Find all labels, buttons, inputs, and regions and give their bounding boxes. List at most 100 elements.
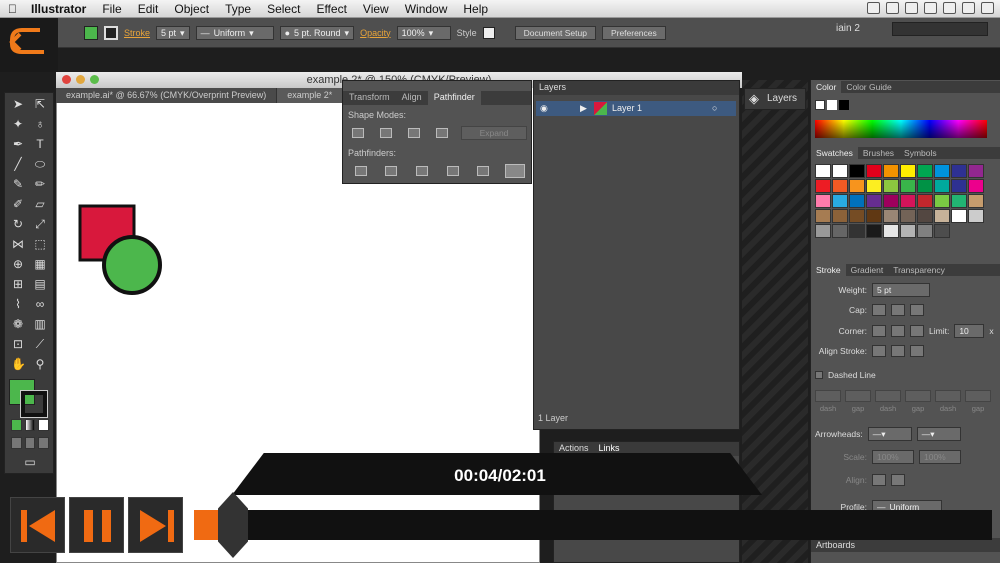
tab-pathfinder[interactable]: Pathfinder	[427, 91, 481, 105]
tab-swatches[interactable]: Swatches	[811, 147, 858, 159]
swatch-cell[interactable]	[849, 209, 865, 223]
tab-transform[interactable]: Transform	[343, 91, 396, 105]
swatch-cell[interactable]	[934, 194, 950, 208]
swatch-cell[interactable]	[832, 164, 848, 178]
swatch-cell[interactable]	[900, 209, 916, 223]
progress-bar[interactable]	[232, 510, 992, 540]
stroke-link[interactable]: Stroke	[124, 28, 150, 38]
swatch-cell[interactable]	[968, 179, 984, 193]
color-mode-icon[interactable]	[11, 419, 22, 431]
bevel-join-icon[interactable]	[910, 325, 924, 337]
arrow-align-1-icon[interactable]	[872, 474, 886, 486]
minus-front-icon[interactable]	[380, 128, 392, 138]
style-swatch[interactable]	[482, 26, 495, 39]
exclude-icon[interactable]	[436, 128, 448, 138]
slice-tool-icon[interactable]: ⟋	[33, 337, 47, 351]
line-tool-icon[interactable]: ╱	[11, 157, 25, 171]
limit-field[interactable]: 10	[954, 324, 985, 338]
swatch-cell[interactable]	[866, 209, 882, 223]
expand-arrow-icon[interactable]: ▶	[580, 101, 587, 116]
gap-field-3[interactable]	[965, 390, 991, 402]
tab-gradient[interactable]: Gradient	[846, 264, 889, 276]
gap-field-1[interactable]	[845, 390, 871, 402]
opacity-field[interactable]: 100% ▾	[396, 25, 451, 40]
swatch-cell[interactable]	[917, 194, 933, 208]
artboard-tool-icon[interactable]: ⊡	[11, 337, 25, 351]
swatch-cell[interactable]	[866, 224, 882, 238]
dash-field-2[interactable]	[875, 390, 901, 402]
arrow-align-2-icon[interactable]	[891, 474, 905, 486]
swatch-cell[interactable]	[917, 179, 933, 193]
swatch-cell[interactable]	[832, 209, 848, 223]
swatch-cell[interactable]	[951, 209, 967, 223]
menu-help[interactable]: Help	[463, 2, 488, 16]
white-swatch[interactable]	[827, 100, 837, 110]
fill-swatch[interactable]	[84, 25, 98, 40]
tab-align[interactable]: Align	[396, 91, 428, 105]
tab-symbols[interactable]: Symbols	[899, 147, 942, 159]
magic-wand-tool-icon[interactable]: ✦	[11, 117, 25, 131]
swatch-cell[interactable]	[883, 164, 899, 178]
align-center-icon[interactable]	[872, 345, 886, 357]
pen-tool-icon[interactable]: ✒	[11, 137, 25, 151]
menu-effect[interactable]: Effect	[316, 2, 346, 16]
type-tool-icon[interactable]: T	[33, 137, 47, 151]
swatch-cell[interactable]	[917, 224, 933, 238]
next-button[interactable]	[128, 497, 183, 553]
target-icon[interactable]: ○	[712, 101, 717, 116]
battery-icon[interactable]	[981, 2, 994, 14]
menu-object[interactable]: Object	[174, 2, 209, 16]
dropbox-icon[interactable]	[886, 2, 899, 14]
swatch-cell[interactable]	[951, 179, 967, 193]
eraser-tool-icon[interactable]: ▱	[33, 197, 47, 211]
expand-button[interactable]: Expand	[461, 126, 527, 140]
scale-start-field[interactable]: 100%	[872, 450, 914, 464]
swatch-cell[interactable]	[866, 194, 882, 208]
rotate-tool-icon[interactable]: ↻	[11, 217, 25, 231]
swatch-cell[interactable]	[883, 179, 899, 193]
swatch-cell[interactable]	[900, 194, 916, 208]
search-input[interactable]	[892, 22, 988, 36]
swatch-cell[interactable]	[883, 224, 899, 238]
swatch-cell[interactable]	[815, 194, 831, 208]
gradient-mode-icon[interactable]	[24, 419, 36, 431]
brush-dropdown[interactable]: ● 5 pt. Round ▾	[279, 25, 355, 40]
column-graph-tool-icon[interactable]: ▥	[33, 317, 47, 331]
swatch-cell[interactable]	[849, 179, 865, 193]
symbol-sprayer-tool-icon[interactable]: ❁	[11, 317, 25, 331]
screen-icon[interactable]	[867, 2, 880, 14]
layer-name[interactable]: Layer 1	[612, 101, 642, 116]
document-setup-button[interactable]: Document Setup	[514, 25, 596, 40]
scale-tool-icon[interactable]: ⤢	[33, 217, 47, 231]
swatch-cell[interactable]	[900, 179, 916, 193]
swatch-cell[interactable]	[832, 194, 848, 208]
draw-inside-icon[interactable]	[38, 437, 50, 449]
square-cap-icon[interactable]	[910, 304, 924, 316]
mesh-tool-icon[interactable]: ⊞	[11, 277, 25, 291]
previous-button[interactable]	[10, 497, 65, 553]
stroke-weight-field[interactable]: 5 pt ▾	[156, 25, 190, 40]
swatch-cell[interactable]	[900, 164, 916, 178]
arrow-start-dropdown[interactable]: —▾	[867, 427, 912, 441]
swatch-cell[interactable]	[815, 164, 831, 178]
swatch-cell[interactable]	[832, 224, 848, 238]
draw-behind-icon[interactable]	[24, 437, 36, 449]
miter-join-icon[interactable]	[872, 325, 886, 337]
swatch-cell[interactable]	[968, 164, 984, 178]
apple-icon[interactable]: 	[8, 2, 17, 16]
ellipse-tool-icon[interactable]: ⬭	[33, 157, 47, 171]
align-inside-icon[interactable]	[891, 345, 905, 357]
free-transform-tool-icon[interactable]: ⬚	[33, 237, 47, 251]
swatch-cell[interactable]	[917, 164, 933, 178]
swatch-cell[interactable]	[934, 224, 950, 238]
layers-panel-title[interactable]: Layers	[539, 82, 566, 94]
eye-icon[interactable]: ◉	[540, 101, 548, 116]
swatch-cell[interactable]	[968, 209, 984, 223]
zoom-tool-icon[interactable]: ⚲	[33, 357, 47, 371]
swatch-cell[interactable]	[951, 164, 967, 178]
artwork[interactable]	[77, 201, 167, 297]
pause-button[interactable]	[69, 497, 124, 553]
menu-edit[interactable]: Edit	[138, 2, 159, 16]
color-spectrum[interactable]	[815, 120, 987, 138]
divide-icon[interactable]	[355, 166, 367, 176]
